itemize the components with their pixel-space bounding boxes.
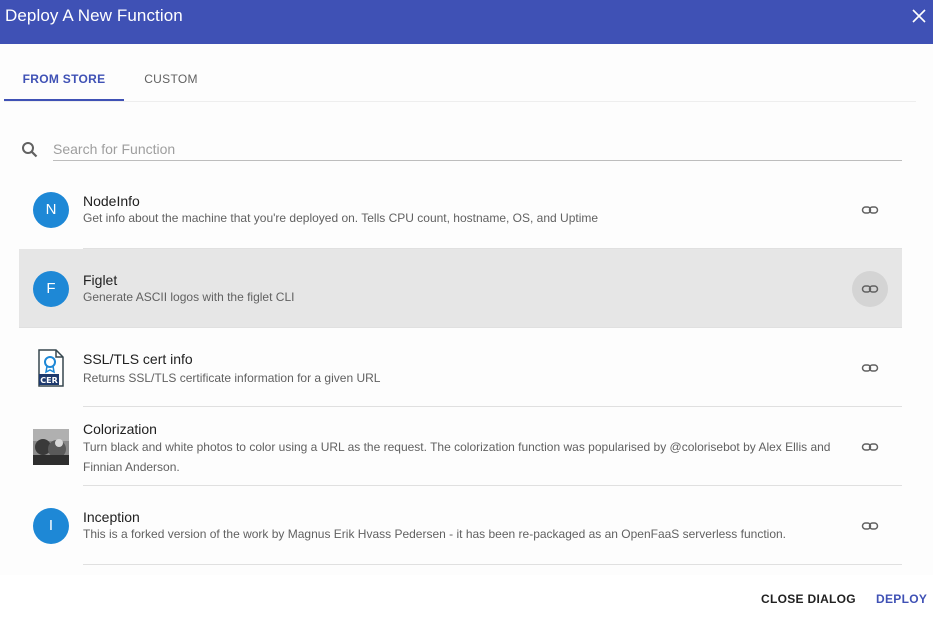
- search-bar: [20, 137, 902, 161]
- link-button[interactable]: [852, 429, 888, 465]
- link-button[interactable]: [852, 192, 888, 228]
- function-name: Colorization: [83, 421, 157, 437]
- list-item-nodeinfo[interactable]: N NodeInfo Get info about the machine th…: [19, 170, 902, 249]
- function-description: Generate ASCII logos with the figlet CLI: [83, 290, 295, 304]
- svg-text:CER: CER: [40, 376, 58, 385]
- list-item-ssl-tls-cert-info[interactable]: CER SSL/TLS cert info Returns SSL/TLS ce…: [19, 328, 902, 407]
- list-item-figlet[interactable]: F Figlet Generate ASCII logos with the f…: [19, 249, 902, 328]
- tab-from-store[interactable]: FROM STORE: [4, 58, 124, 101]
- link-button[interactable]: [852, 508, 888, 544]
- certificate-icon: CER: [37, 349, 65, 387]
- list-item-inception[interactable]: I Inception This is a forked version of …: [19, 486, 902, 565]
- dialog-actions: CLOSE DIALOG DEPLOY: [0, 575, 933, 617]
- photo-thumbnail: [33, 429, 69, 465]
- function-description: Turn black and white photos to color usi…: [83, 440, 831, 474]
- function-name: NodeInfo: [83, 193, 140, 209]
- dialog-titlebar: Deploy A New Function: [0, 0, 933, 44]
- tab-custom[interactable]: CUSTOM: [129, 58, 213, 101]
- deploy-button[interactable]: DEPLOY: [876, 592, 927, 606]
- search-icon: [20, 140, 40, 160]
- function-list: N NodeInfo Get info about the machine th…: [19, 170, 902, 565]
- close-dialog-button[interactable]: CLOSE DIALOG: [761, 592, 856, 606]
- function-name: SSL/TLS cert info: [83, 351, 193, 367]
- tab-bar: FROM STORE CUSTOM: [4, 58, 916, 102]
- divider: [83, 564, 902, 565]
- list-item-colorization[interactable]: Colorization Turn black and white photos…: [19, 407, 902, 486]
- link-button[interactable]: [852, 350, 888, 386]
- function-name: Figlet: [83, 272, 118, 288]
- search-input[interactable]: [53, 137, 902, 161]
- function-description: Get info about the machine that you're d…: [83, 211, 599, 225]
- function-description: This is a forked version of the work by …: [83, 527, 787, 541]
- link-button[interactable]: [852, 271, 888, 307]
- dialog-title: Deploy A New Function: [5, 6, 183, 25]
- avatar: N: [33, 192, 69, 228]
- avatar: F: [33, 271, 69, 307]
- function-name: Inception: [83, 509, 140, 525]
- avatar: I: [33, 508, 69, 544]
- function-description: Returns SSL/TLS certificate information …: [83, 371, 381, 385]
- close-icon[interactable]: [909, 6, 929, 26]
- dialog-content: FROM STORE CUSTOM N NodeInfo Get info ab…: [0, 44, 933, 575]
